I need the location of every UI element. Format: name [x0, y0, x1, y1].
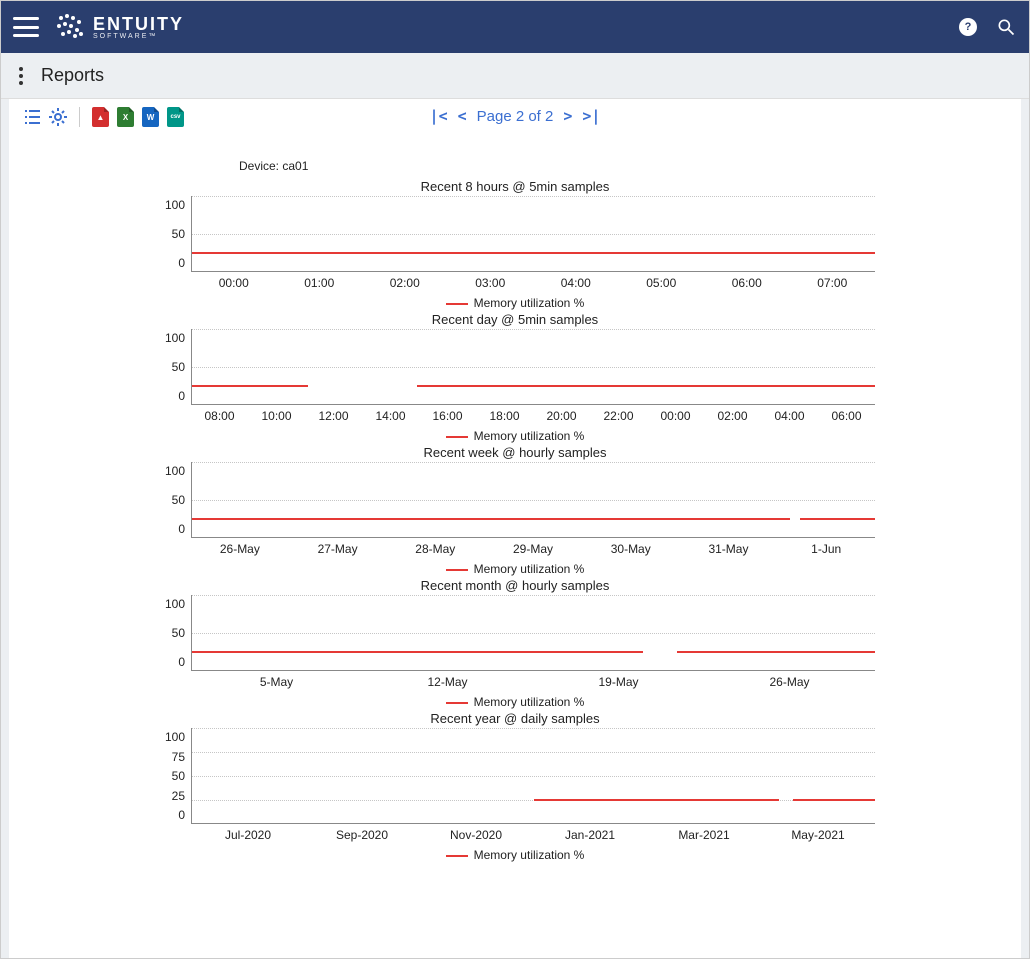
series-segment — [677, 651, 875, 653]
csv-icon: csv — [170, 114, 180, 120]
export-doc-button[interactable]: W — [142, 107, 159, 127]
plot-area — [191, 728, 875, 824]
y-axis: 100500 — [155, 595, 191, 671]
x-axis: 26-May27-May28-May29-May30-May31-May1-Ju… — [191, 542, 875, 556]
export-pdf-button[interactable]: ▲ — [92, 107, 109, 127]
gear-icon — [49, 108, 67, 126]
plot-area — [191, 595, 875, 671]
app-bar: ENTUITY SOFTWARE™ ? — [1, 1, 1029, 53]
legend-swatch-icon — [446, 436, 468, 438]
legend-label: Memory utilization % — [474, 848, 585, 862]
series-segment — [800, 518, 875, 520]
chart-1: Recent day @ 5min samples 10050008:0010:0… — [155, 312, 875, 443]
page-prev-button[interactable]: < — [458, 107, 467, 125]
app-logo: ENTUITY SOFTWARE™ — [55, 12, 184, 42]
chart-legend: Memory utilization % — [155, 296, 875, 310]
y-axis: 100500 — [155, 329, 191, 405]
series-segment — [192, 651, 643, 653]
help-button[interactable]: ? — [957, 16, 979, 38]
page-last-button[interactable]: >| — [582, 107, 600, 125]
logo-mark-icon — [55, 12, 85, 42]
legend-swatch-icon — [446, 855, 468, 857]
legend-swatch-icon — [446, 702, 468, 704]
export-csv-button[interactable]: csv — [167, 107, 184, 127]
series-segment — [192, 385, 308, 387]
chart-title: Recent week @ hourly samples — [155, 445, 875, 460]
list-icon — [23, 108, 41, 126]
chart-4: Recent year @ daily samples 1007550250Jul… — [155, 711, 875, 862]
chart-0: Recent 8 hours @ 5min samples 10050000:00… — [155, 179, 875, 310]
series-segment — [192, 518, 790, 520]
page-first-button[interactable]: |< — [430, 107, 448, 125]
chart-title: Recent day @ 5min samples — [155, 312, 875, 327]
y-axis: 100500 — [155, 196, 191, 272]
chart-legend: Memory utilization % — [155, 562, 875, 576]
brand-sub: SOFTWARE™ — [93, 33, 184, 40]
report-paper: ▲ X W csv |< < Page 2 of 2 > >| Device: … — [9, 99, 1021, 958]
legend-swatch-icon — [446, 303, 468, 305]
search-icon — [996, 17, 1016, 37]
chart-3: Recent month @ hourly samples 1005005-May… — [155, 578, 875, 709]
search-button[interactable] — [995, 16, 1017, 38]
plot-area — [191, 329, 875, 405]
y-axis: 1007550250 — [155, 728, 191, 824]
menu-button[interactable] — [13, 17, 39, 37]
plot-area — [191, 196, 875, 272]
legend-label: Memory utilization % — [474, 562, 585, 576]
chart-legend: Memory utilization % — [155, 429, 875, 443]
page-indicator: Page 2 of 2 — [477, 108, 554, 125]
chart-title: Recent year @ daily samples — [155, 711, 875, 726]
device-label: Device: ca01 — [239, 159, 1011, 173]
xls-icon: X — [123, 113, 128, 122]
page-menu-button[interactable] — [19, 67, 23, 85]
pdf-icon: ▲ — [97, 113, 105, 122]
legend-swatch-icon — [446, 569, 468, 571]
series-segment — [793, 799, 875, 801]
x-axis: 00:0001:0002:0003:0004:0005:0006:0007:00 — [191, 276, 875, 290]
x-axis: 08:0010:0012:0014:0016:0018:0020:0022:00… — [191, 409, 875, 423]
plot-area — [191, 462, 875, 538]
y-axis: 100500 — [155, 462, 191, 538]
help-icon: ? — [959, 18, 977, 36]
chart-2: Recent week @ hourly samples 10050026-May… — [155, 445, 875, 576]
export-xls-button[interactable]: X — [117, 107, 134, 127]
paginator: |< < Page 2 of 2 > >| — [430, 107, 601, 125]
x-axis: Jul-2020Sep-2020Nov-2020Jan-2021Mar-2021… — [191, 828, 875, 842]
chart-title: Recent 8 hours @ 5min samples — [155, 179, 875, 194]
series-segment — [534, 799, 780, 801]
chart-title: Recent month @ hourly samples — [155, 578, 875, 593]
series-segment — [192, 252, 875, 254]
settings-button[interactable] — [49, 108, 67, 126]
x-axis: 5-May12-May19-May26-May — [191, 675, 875, 689]
report-body: Device: ca01 Recent 8 hours @ 5min sampl… — [9, 135, 1021, 882]
legend-label: Memory utilization % — [474, 429, 585, 443]
toolbar-separator — [79, 107, 80, 127]
legend-label: Memory utilization % — [474, 695, 585, 709]
page-header: Reports — [1, 53, 1029, 99]
page-title: Reports — [41, 65, 104, 86]
toc-button[interactable] — [23, 108, 41, 126]
doc-icon: W — [147, 113, 155, 122]
chart-legend: Memory utilization % — [155, 695, 875, 709]
page-next-button[interactable]: > — [563, 107, 572, 125]
legend-label: Memory utilization % — [474, 296, 585, 310]
chart-legend: Memory utilization % — [155, 848, 875, 862]
brand-name: ENTUITY — [93, 15, 184, 33]
series-segment — [417, 385, 875, 387]
report-viewport[interactable]: ▲ X W csv |< < Page 2 of 2 > >| Device: … — [1, 99, 1029, 958]
